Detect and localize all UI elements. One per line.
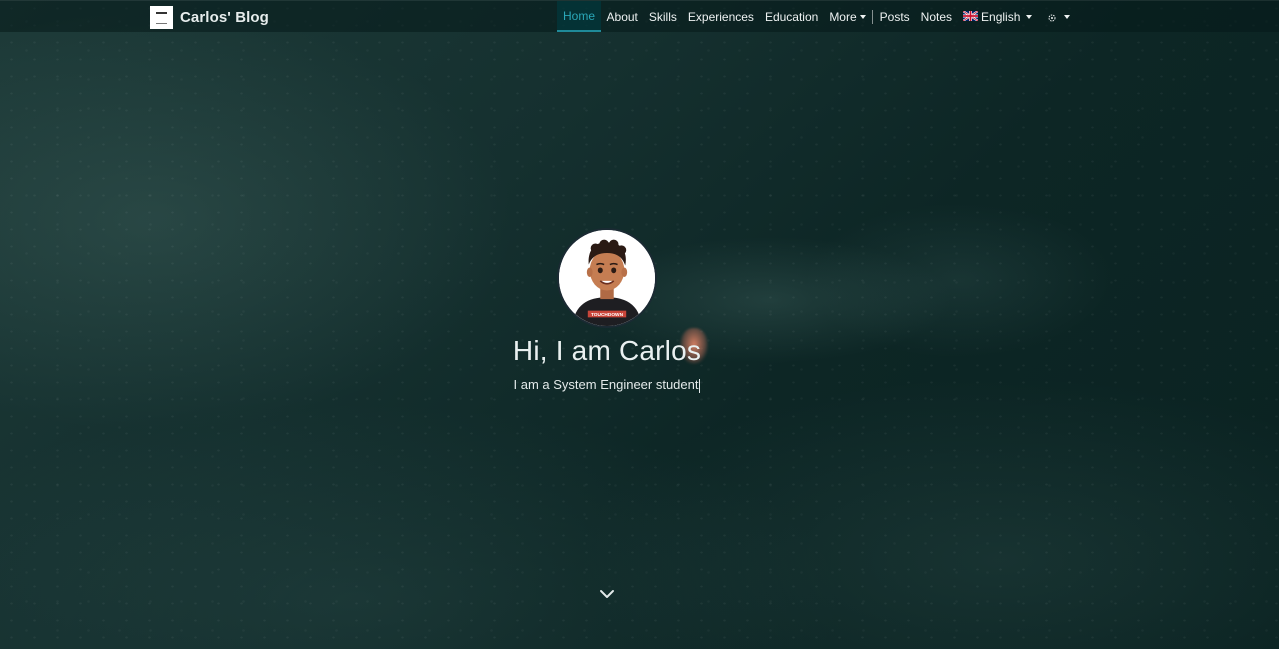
chevron-down-icon: [600, 590, 614, 598]
nav-divider: [872, 9, 874, 24]
theme-toggle-icon: [1048, 14, 1056, 21]
hero-subtitle-text: I am a System Engineer student: [513, 377, 699, 392]
nav-item-notes[interactable]: Notes: [915, 1, 957, 32]
nav-item-more[interactable]: More: [824, 1, 871, 32]
language-label: English: [981, 9, 1021, 24]
main-nav: Home About Skills Experiences Education …: [557, 1, 1075, 32]
theme-toggle[interactable]: [1038, 1, 1076, 32]
nav-item-home[interactable]: Home: [557, 1, 602, 32]
nav-item-more-label: More: [829, 9, 857, 24]
avatar: TOUCHDOWN: [557, 228, 657, 328]
nav-item-education[interactable]: Education: [759, 1, 823, 32]
nav-item-experiences[interactable]: Experiences: [682, 1, 759, 32]
avatar-illustration: TOUCHDOWN: [559, 230, 655, 326]
typing-cursor: [699, 378, 701, 393]
background-image: [0, 0, 1279, 649]
svg-text:TOUCHDOWN: TOUCHDOWN: [591, 312, 624, 318]
caret-down-icon: [1026, 14, 1033, 19]
nav-item-posts[interactable]: Posts: [874, 1, 915, 32]
brand-name: Carlos' Blog: [180, 9, 269, 26]
caret-down-icon: [859, 14, 866, 19]
caret-down-icon: [1063, 14, 1070, 19]
scroll-down-button[interactable]: [598, 585, 616, 603]
top-navbar: Carlos' Blog Home About Skills Experienc…: [0, 0, 1279, 32]
brand-logo-icon: [150, 6, 173, 29]
language-selector[interactable]: English: [958, 1, 1038, 32]
brand-link[interactable]: Carlos' Blog: [150, 6, 269, 29]
hero-greeting: Hi, I am Carlos: [512, 335, 702, 366]
nav-item-about[interactable]: About: [601, 1, 643, 32]
nav-item-skills[interactable]: Skills: [643, 1, 682, 32]
hero-subtitle: I am a System Engineer student: [0, 377, 1214, 393]
uk-flag-icon: [963, 10, 979, 21]
